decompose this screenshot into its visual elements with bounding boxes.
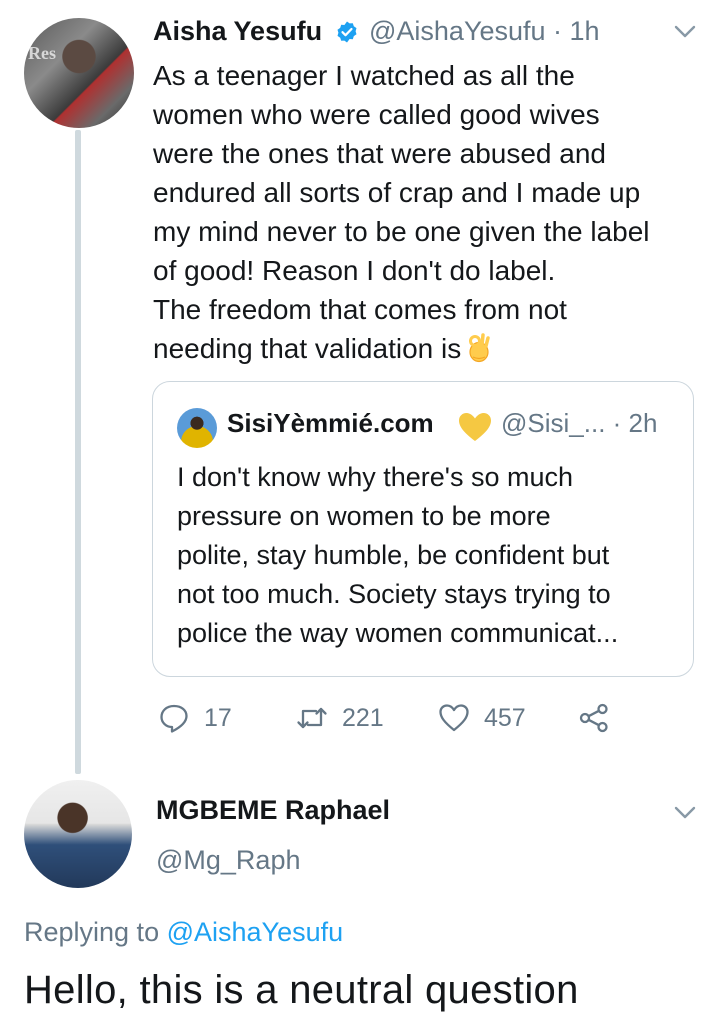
tweet-line: The freedom that comes from not	[153, 294, 567, 325]
tweet-line-last: needing that validation is	[153, 329, 703, 368]
author-handle[interactable]: @AishaYesufu	[369, 16, 546, 46]
reply-button[interactable]: 17	[158, 702, 232, 734]
retweet-icon	[297, 707, 327, 729]
chevron-down-icon[interactable]	[674, 25, 696, 39]
reply-author-name[interactable]: MGBEME Raphael	[156, 795, 390, 826]
quoted-line: police the way women communicat...	[177, 618, 619, 648]
verified-badge-icon	[337, 21, 357, 43]
tweet-line-text: needing that validation is	[153, 333, 462, 364]
like-button[interactable]: 457	[438, 702, 526, 734]
retweet-button[interactable]: 221	[296, 702, 384, 734]
avatar[interactable]: Res	[24, 18, 134, 128]
avatar-overlay-text: Res	[28, 43, 56, 63]
yellow-heart-icon	[459, 413, 491, 441]
thread-line	[75, 130, 81, 774]
author-meta: @AishaYesufu · 1h	[369, 16, 600, 47]
reply-body: Hello, this is a neutral question	[24, 968, 579, 1012]
quoted-meta: @Sisi_... · 2h	[501, 408, 657, 439]
share-icon	[579, 703, 608, 733]
quoted-tweet-card[interactable]: SisiYèmmié.com @Sisi_... · 2h I don't kn…	[152, 381, 694, 677]
reply-icon	[160, 704, 188, 733]
quoted-line: pressure on women to be more	[177, 501, 551, 531]
quoted-handle: @Sisi_...	[501, 408, 606, 438]
reply-author-handle[interactable]: @Mg_Raph	[156, 845, 300, 876]
tweet-line: endured all sorts of crap and I made up	[153, 177, 641, 208]
ok-hand-emoji-icon	[469, 333, 490, 363]
tweet-line: were the ones that were abused and	[153, 138, 606, 169]
tweet-line: women who were called good wives	[153, 99, 600, 130]
quoted-time: · 2h	[612, 408, 658, 438]
tweet-line: of good! Reason I don't do label.	[153, 255, 556, 286]
quoted-line: I don't know why there's so much	[177, 462, 573, 492]
reply-avatar[interactable]	[24, 780, 132, 888]
share-button[interactable]	[578, 702, 610, 734]
quoted-line: not too much. Society stays trying to	[177, 579, 611, 609]
quoted-author-name: SisiYèmmié.com	[227, 408, 434, 438]
replying-mention-link[interactable]: @AishaYesufu	[167, 917, 344, 947]
retweet-count: 221	[342, 703, 384, 732]
quoted-avatar[interactable]	[177, 408, 217, 448]
chevron-down-icon[interactable]	[674, 806, 696, 820]
replying-to: Replying to @AishaYesufu	[24, 917, 343, 948]
like-count: 457	[484, 703, 526, 732]
tweet-line: my mind never to be one given the label	[153, 216, 650, 247]
quoted-body: I don't know why there's so much pressur…	[177, 458, 687, 653]
quoted-line: polite, stay humble, be confident but	[177, 540, 610, 570]
tweet-line: As a teenager I watched as all the	[153, 60, 575, 91]
tweet-time[interactable]: · 1h	[553, 16, 600, 46]
tweet-body: As a teenager I watched as all the women…	[153, 56, 703, 368]
heart-icon	[439, 704, 469, 732]
reply-count: 17	[204, 703, 232, 732]
author-name[interactable]: Aisha Yesufu	[153, 16, 322, 47]
replying-prefix: Replying to	[24, 917, 160, 947]
